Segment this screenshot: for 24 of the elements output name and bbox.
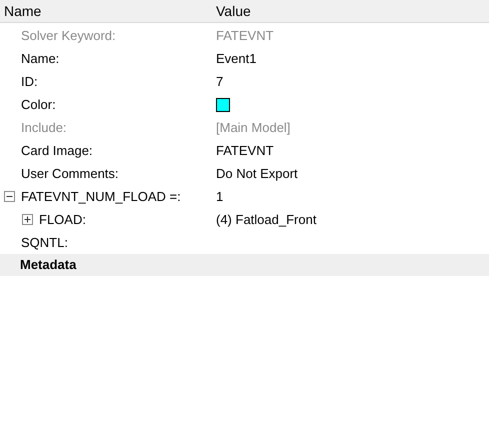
property-value: Do Not Export (216, 164, 298, 183)
color-swatch[interactable] (216, 98, 230, 112)
property-value: Event1 (216, 50, 256, 68)
property-value: 7 (216, 72, 224, 91)
column-header[interactable]: Value (212, 0, 251, 22)
collapse-icon[interactable] (4, 191, 15, 202)
expand-icon[interactable] (22, 214, 33, 225)
property-name: Name: (21, 50, 60, 68)
property-name: Card Image: (21, 142, 93, 160)
property-name: SQNTL: (21, 234, 68, 252)
column-header[interactable]: Name (0, 0, 212, 22)
property-value: 1 (216, 188, 224, 206)
property-name: Solver Keyword: (21, 26, 116, 45)
section-header[interactable]: Metadata (0, 254, 489, 276)
property-value: FATEVNT (216, 26, 274, 45)
property-value: [Main Model] (216, 118, 290, 137)
property-name: Color: (21, 96, 56, 114)
property-name: FLOAD: (39, 210, 86, 229)
property-value: (4) Fatload_Front (216, 210, 316, 229)
property-name: ID: (21, 72, 38, 91)
property-name: Include: (21, 118, 67, 137)
property-name: User Comments: (21, 164, 119, 183)
property-name: FATEVNT_NUM_FLOAD =: (21, 188, 181, 206)
property-value: FATEVNT (216, 142, 274, 160)
